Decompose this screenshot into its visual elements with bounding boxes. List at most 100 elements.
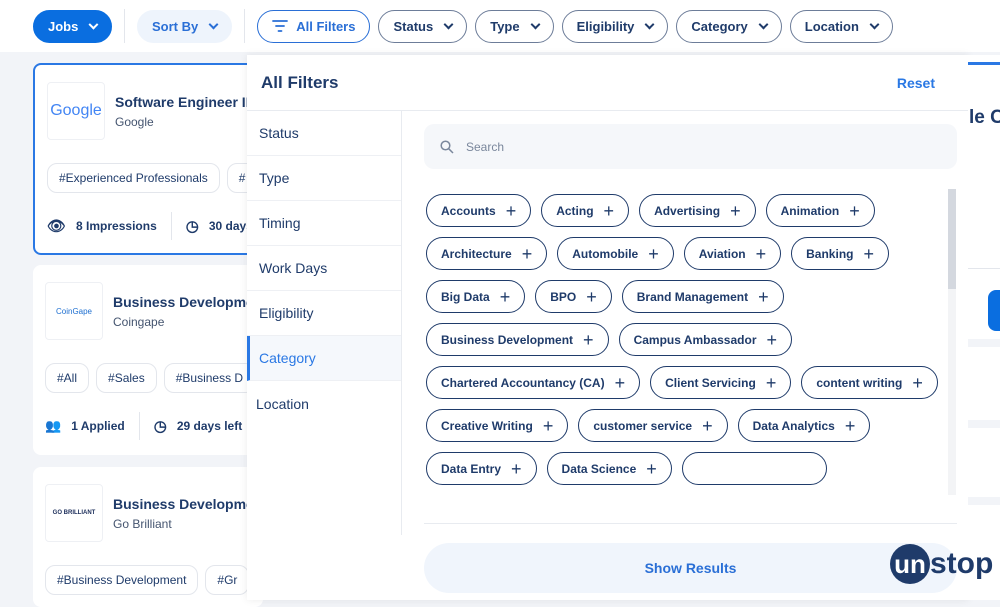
category-chip-partial[interactable] [681,452,827,485]
nav-eligibility[interactable]: Eligibility [247,291,401,336]
nav-category[interactable]: Category [247,336,401,381]
category-chip[interactable]: content writing + [801,366,938,399]
tag[interactable]: #Business D [163,363,256,393]
category-chip[interactable]: Automobile + [557,237,674,270]
category-chip[interactable]: Architecture + [426,237,548,270]
show-results-button[interactable]: Show Results [424,543,957,593]
chip-label: Data Science [561,461,637,476]
category-chip[interactable]: Animation + [765,194,875,227]
chip-label: Aviation [698,246,746,261]
chip-label: Animation [780,203,840,218]
chip-label: Acting [556,203,594,218]
clock-icon: ◷ [153,418,167,435]
category-chip[interactable]: Accounts + [426,194,532,227]
chevron-down-icon [869,19,880,29]
type-dropdown[interactable]: Type [475,9,554,43]
category-chip[interactable]: Creative Writing + [426,409,569,442]
plus-icon: + [863,243,874,264]
tag[interactable]: #Experienced Professionals [47,163,220,193]
chip-label: Big Data [441,289,490,304]
plus-icon: + [614,372,626,393]
category-chip[interactable]: Brand Management + [621,280,784,313]
tag[interactable]: #Sales [96,363,157,393]
scrollbar-thumb[interactable] [948,189,956,289]
chip-label: Campus Ambassador [633,332,757,347]
category-chip[interactable]: Banking + [791,237,889,270]
category-chip[interactable]: Data Analytics + [737,409,871,442]
chip-label: Creative Writing [441,418,533,433]
category-chip[interactable]: BPO + [535,280,612,313]
plus-icon: + [511,458,522,479]
chevron-down-icon [208,19,219,29]
chip-label: Chartered Accountancy (CA) [441,375,605,390]
plus-icon: + [730,200,741,221]
filter-label: Type [490,18,520,34]
category-search[interactable]: Search [424,124,957,169]
panel-title: All Filters [261,72,339,92]
logo-text: stop [930,547,994,580]
nav-type[interactable]: Type [247,156,401,201]
nav-work-days[interactable]: Work Days [247,246,401,291]
scrollbar[interactable] [948,189,956,495]
go-brilliant-logo: GO BRILLIANT [52,510,96,516]
chip-label: Business Development [441,332,574,347]
category-chip[interactable]: Chartered Accountancy (CA) + [426,366,641,399]
category-chip[interactable]: customer service + [578,409,728,442]
company-logo: GO BRILLIANT [45,484,103,542]
chevron-down-icon [443,19,454,29]
all-filters-button[interactable]: All Filters [257,9,371,43]
nav-location[interactable]: Location [247,381,401,426]
tag[interactable]: #All [45,363,90,393]
chip-label: Brand Management [636,289,749,304]
unstop-logo: un stop [890,544,993,584]
category-chip[interactable]: Advertising + [639,194,756,227]
category-chip[interactable]: Data Entry + [426,452,537,485]
plus-icon: + [844,415,856,436]
job-card[interactable]: CoinGape Business Development Coingape #… [33,265,263,455]
chip-label: Banking [806,246,854,261]
chevron-down-icon [758,19,769,29]
search-icon [440,139,454,154]
job-card[interactable]: Google Software Engineer II Google #Expe… [33,63,263,255]
reset-button[interactable]: Reset [897,75,935,91]
category-chip[interactable]: Aviation + [683,237,782,270]
status-dropdown[interactable]: Status [378,9,468,43]
chevron-down-icon [530,19,541,29]
category-chip[interactable]: Acting + [541,194,630,227]
eye-icon: 👁 [47,218,67,235]
category-chip[interactable]: Big Data + [426,280,526,313]
category-chip[interactable]: Data Science + [546,452,672,485]
detail-title-partial: le C [969,107,1000,128]
divider [124,9,125,43]
company-name: Google [115,115,154,129]
filter-icon [272,20,289,32]
sort-by-dropdown[interactable]: Sort By [137,9,233,43]
section-gap [968,420,1000,428]
sort-label: Sort By [152,18,199,34]
days-left: 29 days left [176,419,243,433]
job-title: Software Engineer II [115,94,250,110]
all-filters-panel: All Filters Reset Status Type Timing Work… [247,55,968,600]
job-card[interactable]: GO BRILLIANT Business Development Go Bri… [33,467,263,607]
category-dropdown[interactable]: Category [676,9,782,43]
nav-status[interactable]: Status [247,111,401,156]
location-dropdown[interactable]: Location [789,9,893,43]
tag[interactable]: #Business Development [45,565,199,595]
eligibility-dropdown[interactable]: Eligibility [561,9,669,43]
jobs-dropdown[interactable]: Jobs [33,9,112,43]
plus-icon: + [648,243,659,264]
apply-button-partial[interactable] [988,290,1000,331]
chip-label: Data Analytics [752,418,835,433]
nav-timing[interactable]: Timing [247,201,401,246]
divider [424,523,957,524]
category-chip[interactable]: Campus Ambassador + [618,323,793,356]
category-chip[interactable]: Business Development + [426,323,609,356]
tag[interactable]: #Gr [205,565,250,595]
filter-label: Status [393,18,434,34]
coingape-logo: CoinGape [55,306,93,316]
chip-label: BPO [550,289,577,304]
category-chip[interactable]: Client Servicing + [650,366,792,399]
job-title: Business Development [113,294,263,310]
filter-bar: Jobs Sort By All Filters Status Type Eli… [0,0,1000,52]
chevron-down-icon [88,19,99,29]
